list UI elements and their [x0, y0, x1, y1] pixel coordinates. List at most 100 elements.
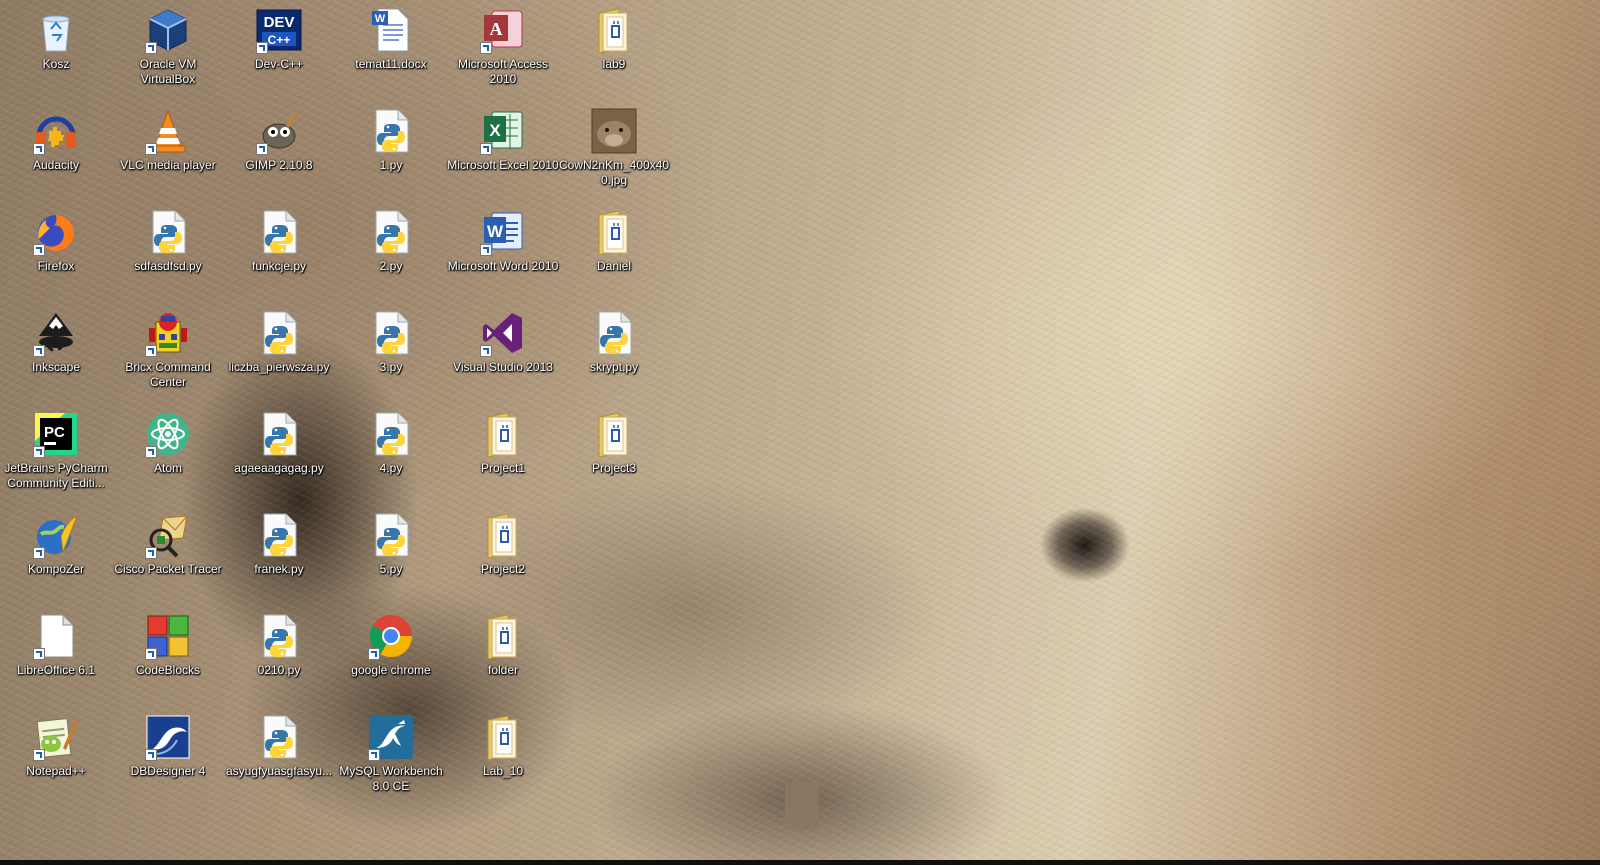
desktop-icon-label: temat11.docx	[355, 57, 427, 71]
desktop-icon-kompozer[interactable]: KompoZer	[0, 505, 112, 605]
shortcut-arrow-icon	[480, 42, 492, 54]
desktop-icon-python-file[interactable]: funkcje.py	[223, 202, 335, 302]
shortcut-arrow-icon	[33, 345, 45, 357]
desktop-icon-folder[interactable]: Daniel	[558, 202, 670, 302]
desktop-icon-label: VLC media player	[120, 158, 216, 172]
python-file-icon	[368, 411, 414, 457]
python-file-icon	[256, 411, 302, 457]
desktop-icon-label: GIMP 2.10.8	[245, 158, 313, 172]
desktop-icon-label: 1.py	[379, 158, 403, 172]
desktop-icon-folder[interactable]: Project3	[558, 404, 670, 504]
desktop-icon-chrome[interactable]: google chrome	[335, 606, 447, 706]
taskbar-edge	[0, 860, 1600, 865]
desktop-icon-bricx[interactable]: Bricx Command Center	[112, 303, 224, 403]
svg-text:W: W	[375, 13, 386, 25]
desktop-icon-label: Notepad++	[26, 764, 86, 778]
desktop-icon-label: Lab_10	[482, 764, 524, 778]
desktop-icon-python-file[interactable]: 3.py	[335, 303, 447, 403]
desktop-icon-virtualbox[interactable]: Oracle VM VirtualBox	[112, 0, 224, 100]
desktop-icon-label: LibreOffice 6.1	[17, 663, 95, 677]
desktop-icon-python-file[interactable]: 5.py	[335, 505, 447, 605]
desktop-icon-label: Firefox	[37, 259, 75, 273]
desktop-icon-folder[interactable]: Lab_10	[447, 707, 559, 807]
desktop-icon-label: Audacity	[32, 158, 80, 172]
python-file-icon	[368, 512, 414, 558]
python-file-icon	[368, 310, 414, 356]
shortcut-arrow-icon	[33, 648, 45, 660]
desktop-icon-firefox[interactable]: Firefox	[0, 202, 112, 302]
desktop-icon-devcpp[interactable]: DEV C++ Dev-C++	[223, 0, 335, 100]
desktop-icon-folder[interactable]: folder	[447, 606, 559, 706]
desktop-icon-pycharm[interactable]: PC JetBrains PyCharm Community Editi...	[0, 404, 112, 504]
desktop-icon-python-file[interactable]: liczba_pierwsza.py	[223, 303, 335, 403]
svg-text:C++: C++	[268, 33, 291, 47]
wallpaper-artifact	[785, 782, 819, 830]
desktop-icon-inkscape[interactable]: Inkscape	[0, 303, 112, 403]
desktop-icon-codeblocks[interactable]: CodeBlocks	[112, 606, 224, 706]
folder-icon	[480, 512, 526, 558]
desktop-icon-label: Kosz	[42, 57, 70, 71]
folder-icon	[591, 7, 637, 53]
desktop-icon-label: JetBrains PyCharm Community Editi...	[4, 461, 108, 490]
desktop-icon-python-file[interactable]: skrypt.py	[558, 303, 670, 403]
python-file-icon	[256, 209, 302, 255]
desktop-icon-folder[interactable]: Project1	[447, 404, 559, 504]
desktop-icon-folder[interactable]: Project2	[447, 505, 559, 605]
desktop-icon-excel[interactable]: X Microsoft Excel 2010	[447, 101, 559, 201]
shortcut-arrow-icon	[145, 143, 157, 155]
desktop-icon-python-file[interactable]: 2.py	[335, 202, 447, 302]
desktop-icon-word[interactable]: W Microsoft Word 2010	[447, 202, 559, 302]
desktop-icon-mysql-workbench[interactable]: MySQL Workbench 8.0 CE	[335, 707, 447, 807]
shortcut-arrow-icon	[145, 648, 157, 660]
desktop-icon-python-file[interactable]: franek.py	[223, 505, 335, 605]
desktop-icon-folder[interactable]: lab9	[558, 0, 670, 100]
shortcut-arrow-icon	[33, 547, 45, 559]
desktop-icon-label: Microsoft Word 2010	[447, 259, 559, 273]
desktop-icon-dbdesigner[interactable]: DBDesigner 4	[112, 707, 224, 807]
desktop-icon-label: google chrome	[351, 663, 431, 677]
desktop-icon-gimp[interactable]: GIMP 2.10.8	[223, 101, 335, 201]
desktop-icon-audacity[interactable]: Audacity	[0, 101, 112, 201]
desktop-icon-notepadpp[interactable]: Notepad++	[0, 707, 112, 807]
desktop-icon-label: Daniel	[596, 259, 632, 273]
desktop-icon-label: 2.py	[379, 259, 403, 273]
desktop-icon-word-document[interactable]: Wtemat11.docx	[335, 0, 447, 100]
desktop-icon-label: folder	[487, 663, 519, 677]
shortcut-arrow-icon	[145, 446, 157, 458]
desktop-icon-label: agaeaagagag.py	[234, 461, 324, 475]
desktop-icon-vlc[interactable]: VLC media player	[112, 101, 224, 201]
shortcut-arrow-icon	[480, 143, 492, 155]
shortcut-arrow-icon	[480, 244, 492, 256]
python-file-icon	[591, 310, 637, 356]
desktop-icon-label: Atom	[153, 461, 182, 475]
folder-icon	[480, 613, 526, 659]
svg-text:DEV: DEV	[264, 14, 295, 31]
shortcut-arrow-icon	[33, 143, 45, 155]
desktop-icon-recycle-bin[interactable]: Kosz	[0, 0, 112, 100]
folder-icon	[480, 714, 526, 760]
desktop-icon-label: 0210.py	[257, 663, 301, 677]
desktop-icon-label: liczba_pierwsza.py	[228, 360, 330, 374]
desktop-icon-python-file[interactable]: 4.py	[335, 404, 447, 504]
desktop-icon-visual-studio[interactable]: Visual Studio 2013	[447, 303, 559, 403]
desktop-icon-python-file[interactable]: asyugfyuasgfasyu...	[223, 707, 335, 807]
desktop-icon-python-file[interactable]: agaeaagagag.py	[223, 404, 335, 504]
desktop-icon-label: lab9	[602, 57, 626, 71]
desktop-icon-packet-tracer[interactable]: Cisco Packet Tracer	[112, 505, 224, 605]
desktop-icon-label: Project2	[480, 562, 526, 576]
desktop-icon-access[interactable]: A Microsoft Access 2010	[447, 0, 559, 100]
desktop-icon-python-file[interactable]: sdfasdfsd.py	[112, 202, 224, 302]
desktop-icon-label: MySQL Workbench 8.0 CE	[339, 764, 443, 793]
desktop-icon-libreoffice[interactable]: LibreOffice 6.1	[0, 606, 112, 706]
desktop-icon-image-file[interactable]: CowN2nKm_400x400.jpg	[558, 101, 670, 201]
desktop-icon-python-file[interactable]: 0210.py	[223, 606, 335, 706]
python-file-icon	[256, 714, 302, 760]
desktop-icon-label: Oracle VM VirtualBox	[139, 57, 197, 86]
desktop-icon-python-file[interactable]: 1.py	[335, 101, 447, 201]
python-file-icon	[256, 512, 302, 558]
python-file-icon	[256, 613, 302, 659]
desktop-icon-atom[interactable]: Atom	[112, 404, 224, 504]
desktop-icon-label: Bricx Command Center	[125, 360, 211, 389]
svg-text:X: X	[489, 121, 501, 140]
shortcut-arrow-icon	[368, 749, 380, 761]
